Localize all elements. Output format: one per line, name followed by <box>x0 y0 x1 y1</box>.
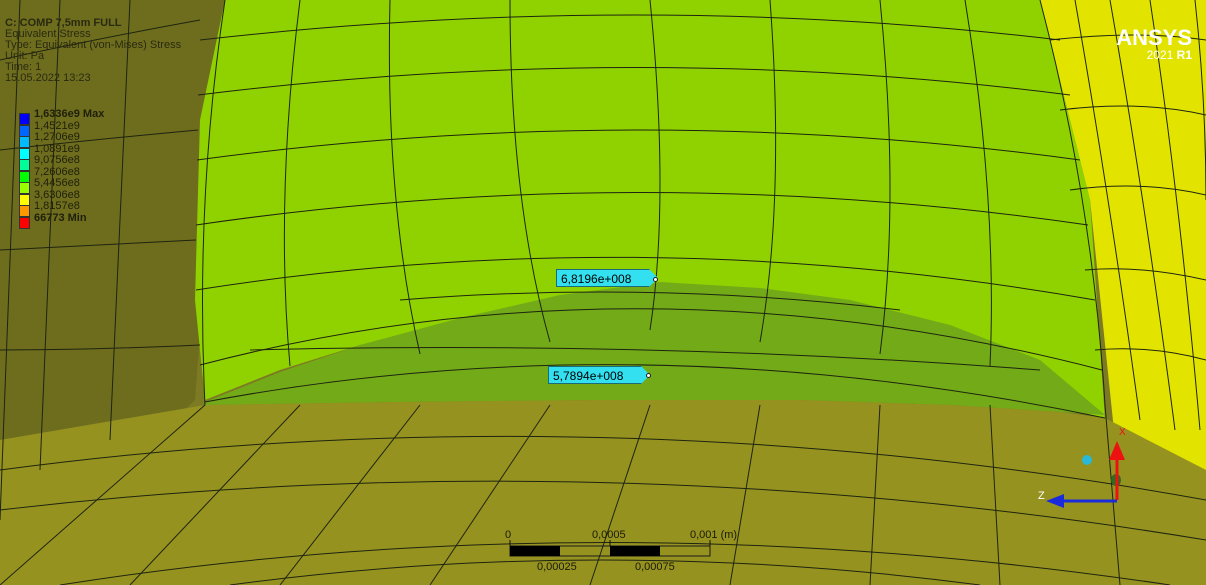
probe-label-1[interactable]: 6,8196e+008 <box>556 269 658 287</box>
triad-x-label: X <box>1119 427 1126 438</box>
legend-label: 1,6336e9 Max <box>34 108 105 120</box>
legend-label: 1,4521e9 <box>34 119 80 132</box>
legend-label: 1,8157e8 <box>34 200 80 212</box>
legend-swatch <box>19 205 30 217</box>
probe-point-2[interactable] <box>646 373 651 378</box>
logo-version-release: R1 <box>1176 48 1192 62</box>
triad-origin-sphere <box>1082 455 1092 465</box>
scale-label-0-001: 0,001 (m) <box>690 529 738 541</box>
legend-swatch <box>19 216 30 229</box>
result-date: 15.05.2022 13:23 <box>5 72 91 84</box>
graphics-viewport[interactable]: C: COMP 7,5mm FULL Equivalent Stress Typ… <box>0 0 1206 585</box>
legend-swatch <box>19 182 30 194</box>
legend-swatch <box>19 124 30 137</box>
scale-label-0-00075: 0,00075 <box>635 561 675 573</box>
logo-brand: ANSYS <box>1116 25 1192 50</box>
legend-swatch <box>19 170 30 183</box>
legend-label: 9,0756e8 <box>34 154 80 166</box>
triad-z-label: Z <box>1038 490 1045 502</box>
probe-label-2[interactable]: 5,7894e+008 <box>548 366 650 384</box>
model-view[interactable] <box>0 0 1206 585</box>
result-header: C: COMP 7,5mm FULL Equivalent Stress Typ… <box>5 18 181 84</box>
legend-swatch <box>19 193 30 206</box>
probe-point-1[interactable] <box>653 277 658 282</box>
legend-swatch <box>19 113 30 125</box>
legend-label: 66773 Min <box>34 211 87 224</box>
legend-label: 1,2706e9 <box>34 131 80 143</box>
legend-label: 1,0891e9 <box>34 142 80 155</box>
legend-swatch <box>19 147 30 160</box>
scale-bar-seg-1 <box>510 546 560 556</box>
scale-label-0-00025: 0,00025 <box>537 561 577 573</box>
scale-label-0-0005: 0,0005 <box>592 529 626 541</box>
legend-label: 3,6306e8 <box>34 188 80 201</box>
legend-swatch <box>19 136 30 148</box>
logo-version: 2021 R1 <box>1116 49 1192 62</box>
legend-label: 5,4456e8 <box>34 177 80 189</box>
scale-bar-seg-3 <box>610 546 660 556</box>
ansys-logo: ANSYS 2021 R1 <box>1116 27 1192 62</box>
legend-label: 7,2606e8 <box>34 165 80 178</box>
logo-version-year: 2021 <box>1146 48 1174 62</box>
legend-swatch <box>19 159 30 171</box>
scale-label-0: 0 <box>505 529 512 541</box>
